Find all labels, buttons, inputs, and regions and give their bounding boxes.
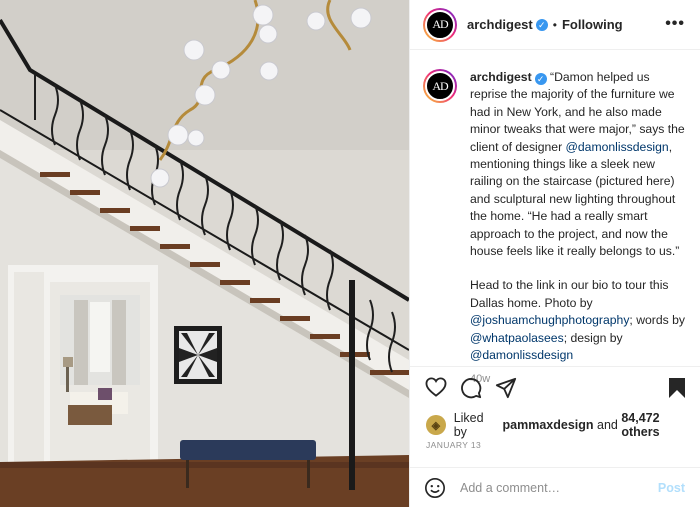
likes-count[interactable]: 84,472 others [621, 411, 700, 439]
caption-text-2b: ; words by [629, 313, 685, 328]
comment-input[interactable] [460, 480, 658, 495]
likes-middle: and [593, 418, 622, 432]
post-header: AD archdigest ✓ • Following ••• [410, 0, 700, 50]
caption-text-2a: Head to the link in our bio to tour this… [470, 278, 669, 310]
action-bar [410, 366, 700, 404]
avatar[interactable]: AD [425, 9, 455, 40]
caption-verified-badge-icon: ✓ [534, 73, 547, 85]
post-side-panel: AD archdigest ✓ • Following ••• AD archd… [409, 0, 700, 507]
post-photo[interactable] [0, 0, 409, 507]
photographer-mention-link[interactable]: @joshuamchughphotography [470, 313, 629, 327]
post-comment-button[interactable]: Post [658, 481, 685, 495]
caption-text-1b: , mentioning things like a sleek new rai… [470, 139, 680, 259]
following-button[interactable]: Following [562, 17, 623, 32]
story-ring[interactable]: AD [423, 7, 457, 42]
comment-bar: Post [410, 467, 700, 507]
liker-avatar[interactable]: ◈ [426, 415, 446, 435]
separator-dot: • [552, 17, 557, 32]
caption-section: AD archdigest ✓ “Damon helped us reprise … [410, 51, 700, 385]
bookmark-icon[interactable] [668, 377, 686, 399]
caption-body: archdigest ✓ “Damon helped us reprise the… [470, 69, 685, 385]
staircase-photo [0, 0, 409, 507]
likes-summary: ◈ Liked by pammaxdesign and 84,472 other… [426, 411, 700, 439]
likes-prefix: Liked by [453, 411, 484, 439]
caption-avatar[interactable]: AD [425, 71, 455, 101]
more-options-icon[interactable]: ••• [665, 15, 685, 33]
author-username[interactable]: archdigest [467, 17, 533, 32]
designer-mention-link[interactable]: @damonlissdesign [470, 348, 573, 362]
heart-icon[interactable] [425, 377, 447, 397]
writer-mention-link[interactable]: @whatpaolasees [470, 331, 564, 345]
caption-paragraph-1: archdigest ✓ “Damon helped us reprise the… [470, 69, 685, 260]
verified-badge-icon: ✓ [535, 18, 548, 31]
liker-username[interactable]: pammaxdesign [503, 418, 594, 432]
comment-icon[interactable] [460, 377, 482, 399]
share-icon[interactable] [495, 377, 517, 399]
caption-story-ring[interactable]: AD [423, 69, 457, 103]
mention-link[interactable]: @damonlissdesign [566, 140, 669, 154]
emoji-icon[interactable] [424, 477, 446, 499]
caption-text-2c: ; design by [563, 330, 623, 345]
caption-username[interactable]: archdigest [470, 70, 532, 84]
post-date[interactable]: January 13 [426, 440, 481, 450]
caption-paragraph-2: Head to the link in our bio to tour this… [470, 277, 685, 364]
